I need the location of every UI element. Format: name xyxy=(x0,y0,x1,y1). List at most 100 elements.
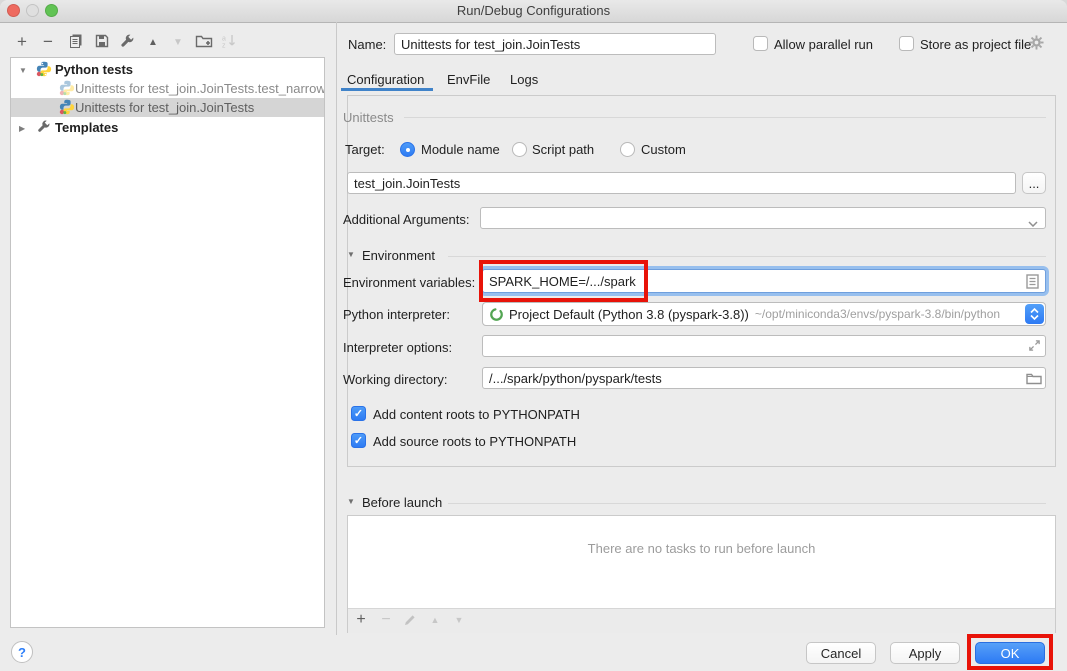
copy-configuration-button[interactable] xyxy=(65,32,87,52)
module-name-input[interactable] xyxy=(347,172,1016,194)
edit-templates-button[interactable] xyxy=(116,32,138,52)
svg-text:a: a xyxy=(222,35,226,42)
new-folder-icon xyxy=(195,33,213,52)
interpreter-options-label: Interpreter options: xyxy=(343,340,452,355)
edit-task-button[interactable] xyxy=(399,611,421,631)
tree-item-templates[interactable]: ▶ Templates xyxy=(11,118,324,137)
target-custom-label: Custom xyxy=(641,142,686,157)
target-custom-radio[interactable] xyxy=(620,142,635,157)
check-icon: ✓ xyxy=(354,407,363,420)
name-label: Name: xyxy=(348,37,386,52)
tree-item-label: Unittests for test_join.JoinTests xyxy=(75,98,254,117)
additional-arguments-input[interactable] xyxy=(480,207,1046,229)
python-interpreter-combobox[interactable]: Project Default (Python 3.8 (pyspark-3.8… xyxy=(482,302,1046,326)
tree-item-python-tests[interactable]: ▼ Python tests xyxy=(11,60,324,79)
interpreter-value: Project Default (Python 3.8 (pyspark-3.8… xyxy=(509,307,749,322)
annotation-env-vars-highlight xyxy=(479,260,648,302)
working-directory-input[interactable] xyxy=(482,367,1046,389)
plus-icon: + xyxy=(17,32,27,52)
minus-icon: − xyxy=(43,32,53,52)
interpreter-path: ~/opt/miniconda3/envs/pyspark-3.8/bin/py… xyxy=(755,307,1000,321)
new-folder-button[interactable] xyxy=(193,32,215,52)
move-down-icon: ▼ xyxy=(173,37,183,48)
target-script-path-radio[interactable] xyxy=(512,142,527,157)
copy-icon xyxy=(68,33,84,52)
combobox-stepper-icon[interactable] xyxy=(1025,304,1044,324)
before-launch-title: Before launch xyxy=(362,495,442,510)
save-configuration-button[interactable] xyxy=(91,32,113,52)
move-task-down-button[interactable]: ▼ xyxy=(448,610,470,630)
python-tests-icon xyxy=(59,80,75,98)
add-configuration-button[interactable]: + xyxy=(11,32,33,52)
name-input[interactable] xyxy=(394,33,716,55)
additional-arguments-label: Additional Arguments: xyxy=(343,212,469,227)
cancel-button-label: Cancel xyxy=(821,646,861,661)
add-source-roots-label: Add source roots to PYTHONPATH xyxy=(373,434,576,449)
before-launch-collapse-arrow-icon[interactable]: ▼ xyxy=(347,497,355,506)
svg-text:z: z xyxy=(222,42,226,49)
python-tests-icon xyxy=(36,61,52,79)
remove-task-button[interactable]: − xyxy=(375,610,397,630)
move-down-icon: ▼ xyxy=(455,615,464,625)
folder-icon[interactable] xyxy=(1026,372,1042,388)
remove-configuration-button[interactable]: − xyxy=(37,32,59,52)
add-content-roots-checkbox[interactable]: ✓ xyxy=(351,406,366,421)
question-mark-icon: ? xyxy=(18,645,26,660)
chevron-down-icon[interactable] xyxy=(1028,215,1038,230)
target-module-name-radio[interactable] xyxy=(400,142,415,157)
python-tests-icon xyxy=(59,99,75,117)
section-divider xyxy=(448,256,1046,257)
collapse-arrow-icon[interactable]: ▼ xyxy=(19,61,27,79)
pane-divider xyxy=(336,22,337,635)
store-as-project-file-label: Store as project file xyxy=(920,37,1031,52)
add-task-button[interactable]: + xyxy=(350,610,372,630)
environment-collapse-arrow-icon[interactable]: ▼ xyxy=(347,250,355,259)
section-divider xyxy=(448,503,1046,504)
interpreter-options-input[interactable] xyxy=(482,335,1046,357)
window-title: Run/Debug Configurations xyxy=(0,3,1067,18)
target-label: Target: xyxy=(345,142,385,157)
tab-configuration[interactable]: Configuration xyxy=(347,72,424,87)
cancel-button[interactable]: Cancel xyxy=(806,642,876,664)
section-divider xyxy=(404,117,1046,118)
expand-arrow-icon[interactable]: ▶ xyxy=(19,119,25,137)
sort-configurations-button[interactable]: az xyxy=(218,32,240,52)
target-module-name-label: Module name xyxy=(421,142,500,157)
run-debug-configurations-dialog: Run/Debug Configurations + − ▲ ▼ az ▼ Py… xyxy=(0,0,1067,671)
env-list-icon[interactable] xyxy=(1026,274,1039,292)
tree-item-label: Unittests for test_join.JoinTests.test_n… xyxy=(75,79,324,98)
browse-button[interactable]: ... xyxy=(1022,172,1046,194)
store-as-project-file-checkbox[interactable] xyxy=(899,36,914,51)
apply-button[interactable]: Apply xyxy=(890,642,960,664)
move-task-up-button[interactable]: ▲ xyxy=(424,610,446,630)
allow-parallel-run-checkbox[interactable] xyxy=(753,36,768,51)
tree-item-label: Templates xyxy=(55,118,118,137)
move-down-button[interactable]: ▼ xyxy=(167,32,189,52)
add-source-roots-checkbox[interactable]: ✓ xyxy=(351,433,366,448)
plus-icon: + xyxy=(356,611,365,629)
tab-logs[interactable]: Logs xyxy=(510,72,538,87)
move-up-button[interactable]: ▲ xyxy=(142,32,164,52)
tree-item-label: Python tests xyxy=(55,60,133,79)
titlebar: Run/Debug Configurations xyxy=(0,0,1067,23)
save-icon xyxy=(94,33,110,52)
apply-button-label: Apply xyxy=(909,646,942,661)
environment-variables-label: Environment variables: xyxy=(343,275,475,290)
environment-section-title: Environment xyxy=(362,248,435,263)
python-interpreter-label: Python interpreter: xyxy=(343,307,450,322)
expand-field-icon[interactable] xyxy=(1028,339,1041,355)
allow-parallel-run-label: Allow parallel run xyxy=(774,37,873,52)
annotation-ok-button-highlight xyxy=(967,634,1053,670)
tab-envfile[interactable]: EnvFile xyxy=(447,72,490,87)
conda-environment-icon xyxy=(489,307,504,322)
tree-item-jointests-selected[interactable]: Unittests for test_join.JoinTests xyxy=(11,98,324,117)
working-directory-label: Working directory: xyxy=(343,372,448,387)
unittests-section-title: Unittests xyxy=(343,110,394,125)
sort-az-icon: az xyxy=(221,33,237,52)
tree-item-test-narrow[interactable]: Unittests for test_join.JoinTests.test_n… xyxy=(11,79,324,98)
gear-icon[interactable] xyxy=(1029,35,1044,53)
move-up-icon: ▲ xyxy=(148,37,158,48)
pencil-icon xyxy=(403,613,417,630)
configurations-tree: ▼ Python tests Unittests for test_join.J… xyxy=(10,57,325,628)
help-button[interactable]: ? xyxy=(11,641,33,663)
